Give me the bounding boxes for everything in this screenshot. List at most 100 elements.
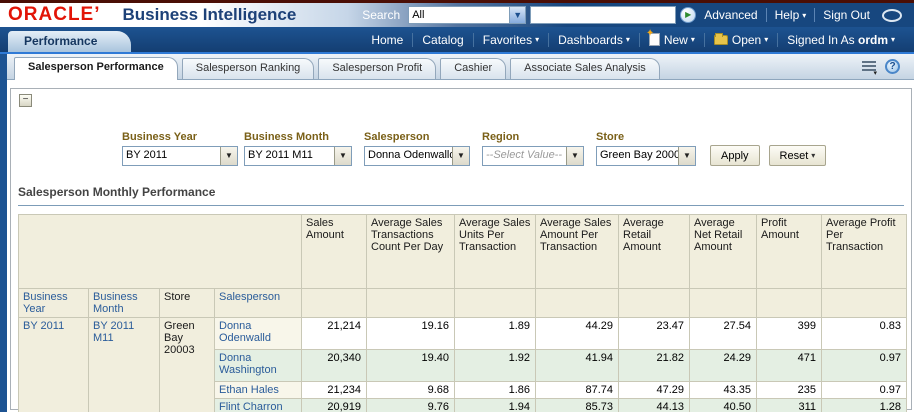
tab-salesperson-performance[interactable]: Salesperson Performance xyxy=(14,57,178,80)
dashboards-menu[interactable]: Dashboards▾ xyxy=(558,33,630,47)
divider xyxy=(766,8,767,22)
home-link[interactable]: Home xyxy=(371,33,403,47)
value-cell: 1.89 xyxy=(455,318,536,350)
value-cell: 47.29 xyxy=(619,382,690,399)
value-cell: 0.97 xyxy=(822,382,907,399)
divider xyxy=(473,33,474,47)
catalog-link[interactable]: Catalog xyxy=(422,33,463,47)
chevron-down-icon: ▾ xyxy=(691,35,695,44)
page-options-icon[interactable] xyxy=(858,60,876,73)
region-label: Region xyxy=(482,131,584,143)
search-go-icon[interactable]: ▶ xyxy=(680,7,696,23)
search-input[interactable] xyxy=(530,6,676,24)
search-scope-select[interactable]: All ▼ xyxy=(408,6,526,24)
business-year-select[interactable]: BY 2011 ▼ xyxy=(122,146,238,166)
column-header: Average Sales Amount Per Transaction xyxy=(536,215,619,289)
menubar-links: Home Catalog Favorites▾ Dashboards▾ New▾… xyxy=(362,27,914,52)
value-cell: 1.86 xyxy=(455,382,536,399)
column-header: Average Net Retail Amount xyxy=(690,215,757,289)
advanced-link[interactable]: Advanced xyxy=(704,8,757,22)
business-year-header[interactable]: Business Year xyxy=(19,289,89,318)
salesperson-select[interactable]: Donna Odenwalld ▼ xyxy=(364,146,470,166)
store-select[interactable]: Green Bay 20003 ▼ xyxy=(596,146,696,166)
value-cell: 20,340 xyxy=(302,350,367,382)
apply-button[interactable]: Apply xyxy=(710,145,760,166)
chevron-down-icon: ▾ xyxy=(626,35,630,44)
chevron-down-icon[interactable]: ▼ xyxy=(509,7,525,23)
value-cell: 9.68 xyxy=(367,382,455,399)
header-filler xyxy=(822,289,907,318)
dashboard-tab-performance[interactable]: Performance xyxy=(8,31,131,52)
salesperson-value: Donna Odenwalld xyxy=(365,147,452,165)
chevron-down-icon[interactable]: ▼ xyxy=(452,147,469,165)
value-cell: 44.13 xyxy=(619,399,690,413)
value-cell: 1.92 xyxy=(455,350,536,382)
corner-cell xyxy=(19,215,302,289)
help-icon[interactable]: ? xyxy=(885,59,900,74)
open-folder-icon xyxy=(714,35,728,45)
dimension-header-row: Business Year Business Month Store Sales… xyxy=(19,289,907,318)
prompt-region: Region --Select Value-- ▼ xyxy=(482,131,584,166)
salesperson-cell[interactable]: Ethan Hales xyxy=(215,382,302,399)
value-cell: 19.40 xyxy=(367,350,455,382)
product-title: Business Intelligence xyxy=(123,5,297,25)
salesperson-cell[interactable]: Donna Washington xyxy=(215,350,302,382)
open-menu[interactable]: Open▾ xyxy=(714,33,768,47)
table-row: BY 2011 BY 2011 M11 Green Bay 20003 Donn… xyxy=(19,318,907,350)
business-month-select[interactable]: BY 2011 M11 ▼ xyxy=(244,146,352,166)
chevron-down-icon[interactable]: ▼ xyxy=(220,147,237,165)
value-cell: 21,214 xyxy=(302,318,367,350)
chevron-down-icon: ▾ xyxy=(535,35,539,44)
header-filler xyxy=(302,289,367,318)
column-header: Average Sales Transactions Count Per Day xyxy=(367,215,455,289)
salesperson-cell[interactable]: Flint Charron xyxy=(215,399,302,413)
favorites-menu[interactable]: Favorites▾ xyxy=(483,33,539,47)
tab-cashier[interactable]: Cashier xyxy=(440,58,506,79)
store-value: Green Bay 20003 xyxy=(597,147,678,165)
store-label: Store xyxy=(596,131,696,143)
divider xyxy=(412,33,413,47)
prompt-business-month: Business Month BY 2011 M11 ▼ xyxy=(244,131,352,166)
header-filler xyxy=(367,289,455,318)
value-cell: 24.29 xyxy=(690,350,757,382)
chevron-down-icon: ▾ xyxy=(891,35,895,44)
tab-salesperson-ranking[interactable]: Salesperson Ranking xyxy=(182,58,315,79)
business-year-value: BY 2011 xyxy=(123,147,220,165)
prompt-row: Business Year BY 2011 ▼ Business Month B… xyxy=(122,131,904,166)
help-menu[interactable]: Help▾ xyxy=(775,8,807,22)
dashboard-body: Salesperson Performance Salesperson Rank… xyxy=(0,54,914,412)
signed-in-as[interactable]: Signed In As ordm▾ xyxy=(787,33,895,47)
chevron-down-icon[interactable]: ▼ xyxy=(334,147,351,165)
value-cell: 1.94 xyxy=(455,399,536,413)
store-cell: Green Bay 20003 xyxy=(160,318,215,413)
prompt-salesperson: Salesperson Donna Odenwalld ▼ xyxy=(364,131,470,166)
header-filler xyxy=(455,289,536,318)
value-cell: 23.47 xyxy=(619,318,690,350)
reset-button[interactable]: Reset▾ xyxy=(769,145,827,166)
salesperson-header[interactable]: Salesperson xyxy=(215,289,302,318)
sign-out-link[interactable]: Sign Out xyxy=(823,8,870,22)
value-cell: 41.94 xyxy=(536,350,619,382)
new-document-icon xyxy=(649,33,660,46)
value-cell: 20,919 xyxy=(302,399,367,413)
new-menu[interactable]: New▾ xyxy=(649,33,695,47)
salesperson-cell[interactable]: Donna Odenwalld xyxy=(215,318,302,350)
oracle-logo: ORACLE’ xyxy=(8,5,101,25)
header-filler xyxy=(690,289,757,318)
business-year-cell[interactable]: BY 2011 xyxy=(19,318,89,413)
tab-associate-sales-analysis[interactable]: Associate Sales Analysis xyxy=(510,58,660,79)
business-month-value: BY 2011 M11 xyxy=(245,147,334,165)
business-month-header[interactable]: Business Month xyxy=(89,289,160,318)
tab-salesperson-profit[interactable]: Salesperson Profit xyxy=(318,58,436,79)
region-select[interactable]: --Select Value-- ▼ xyxy=(482,146,584,166)
collapse-section-button[interactable]: − xyxy=(19,94,32,107)
chevron-down-icon[interactable]: ▼ xyxy=(566,147,583,165)
chevron-down-icon[interactable]: ▼ xyxy=(678,147,695,165)
value-cell: 399 xyxy=(757,318,822,350)
column-header: Average Retail Amount xyxy=(619,215,690,289)
header-filler xyxy=(757,289,822,318)
value-cell: 40.50 xyxy=(690,399,757,413)
column-header: Sales Amount xyxy=(302,215,367,289)
business-month-cell[interactable]: BY 2011 M11 xyxy=(89,318,160,413)
divider xyxy=(548,33,549,47)
